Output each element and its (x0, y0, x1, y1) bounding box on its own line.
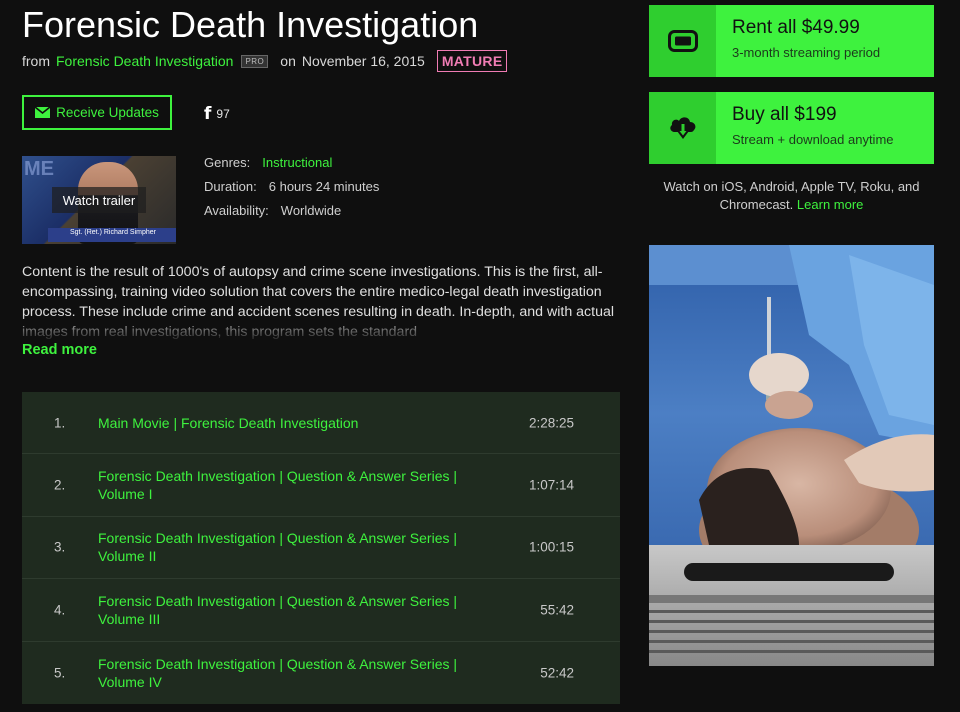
rent-text: Rent all $49.99 3-month streaming period (716, 5, 880, 77)
episode-number: 2. (54, 477, 66, 493)
episode-row[interactable]: 3. Forensic Death Investigation | Questi… (22, 517, 620, 580)
genres-link[interactable]: Instructional (262, 155, 332, 170)
episode-title[interactable]: Main Movie | Forensic Death Investigatio… (98, 414, 478, 432)
availability-label: Availability: (204, 203, 269, 218)
episode-row[interactable]: 4. Forensic Death Investigation | Questi… (22, 579, 620, 642)
ticket-icon (667, 30, 698, 52)
watch-trailer-button[interactable]: Watch trailer (52, 187, 146, 213)
facebook-count: 97 (216, 107, 230, 121)
learn-more-link[interactable]: Learn more (797, 197, 863, 212)
byline-from: from (22, 53, 50, 69)
cloud-download-icon (669, 117, 695, 139)
rent-icon-box (649, 5, 716, 77)
duration-row: Duration: 6 hours 24 minutes (204, 176, 379, 200)
episode-row[interactable]: 5. Forensic Death Investigation | Questi… (22, 642, 620, 704)
buy-terms: Stream + download anytime (732, 132, 894, 147)
film-poster (649, 245, 934, 666)
buy-price: Buy all $199 (732, 104, 837, 125)
pro-badge: PRO (241, 54, 269, 68)
episode-title[interactable]: Forensic Death Investigation | Question … (98, 592, 478, 628)
buy-all-button[interactable]: Buy all $199 Stream + download anytime (649, 92, 934, 164)
trailer-thumbnail[interactable]: ME Sgt. (Ret.) Richard Simpher Watch tra… (22, 156, 176, 244)
availability-value: Worldwide (280, 203, 342, 218)
buy-text: Buy all $199 Stream + download anytime (716, 92, 894, 164)
duration-label: Duration: (204, 179, 257, 194)
facebook-share[interactable]: f 97 (204, 104, 230, 124)
byline: from Forensic Death Investigation PRO on… (22, 50, 508, 72)
episode-row[interactable]: 1. Main Movie | Forensic Death Investiga… (22, 392, 620, 455)
rent-all-button[interactable]: Rent all $49.99 3-month streaming period (649, 5, 934, 77)
rent-period: 3-month streaming period (732, 45, 881, 60)
release-date: November 16, 2015 (301, 53, 425, 69)
receive-updates-button[interactable]: Receive Updates (22, 95, 172, 130)
envelope-icon (35, 107, 51, 118)
episode-duration: 2:28:25 (528, 415, 574, 431)
device-availability: Watch on iOS, Android, Apple TV, Roku, a… (649, 178, 934, 214)
series-link[interactable]: Forensic Death Investigation (56, 53, 233, 69)
buy-icon-box (649, 92, 716, 164)
episode-duration: 55:42 (540, 602, 574, 618)
episode-number: 5. (54, 665, 66, 681)
duration-value: 6 hours 24 minutes (268, 179, 380, 194)
page-title: Forensic Death Investigation (22, 4, 479, 45)
episode-duration: 1:00:15 (528, 539, 574, 555)
facebook-icon: f (204, 104, 212, 124)
trailer-lower-third: Sgt. (Ret.) Richard Simpher (48, 228, 176, 242)
mature-badge: MATURE (436, 50, 508, 72)
availability-row: Availability: Worldwide (204, 200, 379, 224)
trailer-watermark: ME (24, 158, 54, 180)
episode-list: 1. Main Movie | Forensic Death Investiga… (22, 392, 620, 704)
episode-duration: 1:07:14 (528, 477, 574, 493)
episode-number: 4. (54, 602, 66, 618)
episode-duration: 52:42 (540, 665, 574, 681)
film-meta: Genres: Instructional Duration: 6 hours 24… (204, 152, 379, 224)
read-more-link[interactable]: Read more (22, 342, 97, 358)
episode-title[interactable]: Forensic Death Investigation | Question … (98, 529, 478, 565)
byline-on: on (280, 53, 296, 69)
genres-label: Genres: (204, 155, 251, 170)
episode-row[interactable]: 2. Forensic Death Investigation | Questi… (22, 454, 620, 517)
episode-number: 3. (54, 539, 66, 555)
episode-title[interactable]: Forensic Death Investigation | Question … (98, 655, 478, 691)
devices-text: Watch on iOS, Android, Apple TV, Roku, a… (663, 179, 920, 212)
episode-number: 1. (54, 415, 66, 431)
episode-title[interactable]: Forensic Death Investigation | Question … (98, 467, 478, 503)
rent-price: Rent all $49.99 (732, 17, 860, 38)
receive-updates-label: Receive Updates (56, 105, 159, 120)
description: Content is the result of 1000's of autop… (22, 262, 622, 342)
genres-row: Genres: Instructional (204, 152, 379, 176)
